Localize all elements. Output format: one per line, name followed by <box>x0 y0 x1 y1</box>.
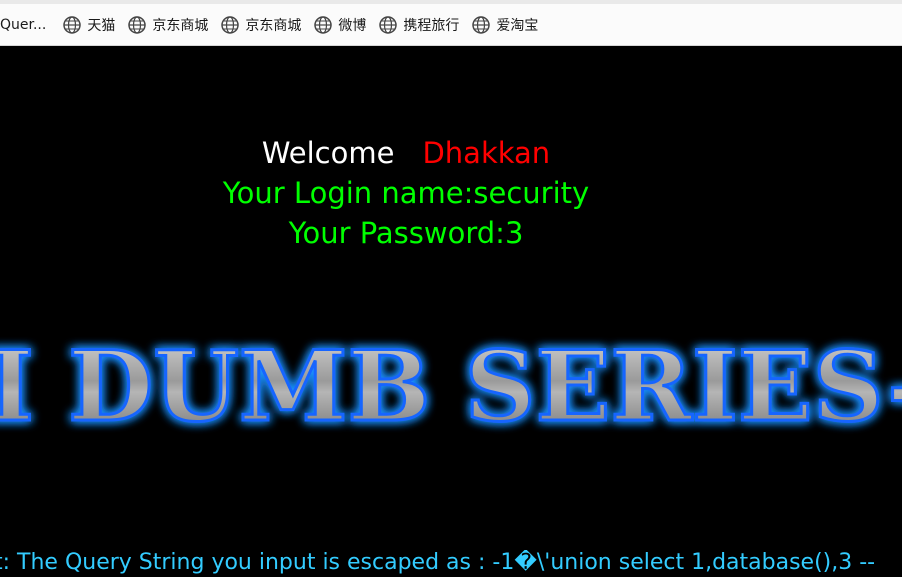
banner-text: I DUMB SERIES- <box>0 330 902 440</box>
user-name: Dhakkan <box>422 136 551 170</box>
bookmark-label: 携程旅行 <box>403 17 460 34</box>
bookmark-label: 爱淘宝 <box>496 17 539 34</box>
page-content: Welcome Dhakkan Your Login name:security … <box>0 46 902 577</box>
escaped-query-text: t: The Query String you input is escaped… <box>0 550 902 575</box>
escaped-query-value: t: The Query String you input is escaped… <box>0 550 876 575</box>
welcome-label: Welcome <box>261 136 395 170</box>
globe-icon <box>128 15 147 34</box>
bookmark-jd-1[interactable]: 京东商城 <box>121 10 214 40</box>
login-name-text: Your Login name:security <box>222 176 590 210</box>
welcome-line: Welcome Dhakkan <box>0 136 812 170</box>
bookmark-label: 京东商城 <box>152 17 209 34</box>
bookmark-weibo[interactable]: 微博 <box>307 10 372 40</box>
bookmark-label: 京东商城 <box>245 17 302 34</box>
bookmark-label: 天猫 <box>87 17 116 34</box>
bookmark-tmall[interactable]: 天猫 <box>56 10 121 40</box>
bookmark-aitaobao[interactable]: 爱淘宝 <box>465 10 544 40</box>
globe-icon <box>221 15 240 34</box>
bookmark-label: 微博 <box>338 17 367 34</box>
globe-icon <box>379 15 398 34</box>
password-text: Your Password:3 <box>288 216 524 250</box>
series-banner-logo: I DUMB SERIES- <box>0 330 902 440</box>
globe-icon <box>63 15 82 34</box>
bookmark-ctrip[interactable]: 携程旅行 <box>372 10 465 40</box>
globe-icon <box>472 15 491 34</box>
bookmark-jd-2[interactable]: 京东商城 <box>214 10 307 40</box>
bookmarks-bar: Quer... 天猫 京东商城 京东商城 微博 携程旅行 爱淘宝 <box>0 0 902 46</box>
bookmark-query[interactable]: Quer... <box>0 10 56 40</box>
globe-icon <box>314 15 333 34</box>
bookmark-label: Quer... <box>0 16 47 33</box>
